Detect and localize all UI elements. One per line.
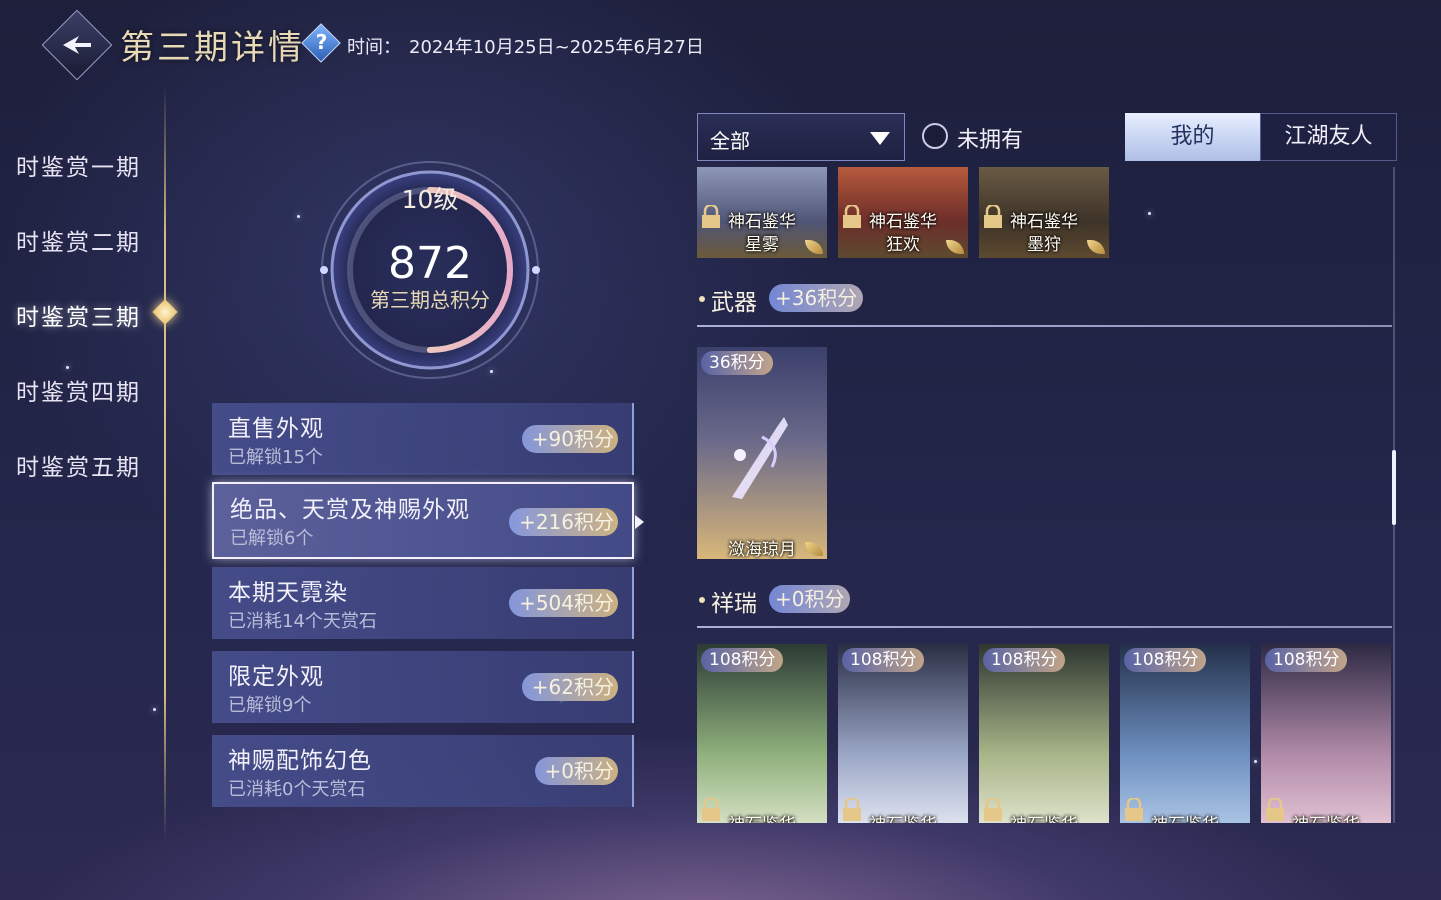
section-title: 武器 — [711, 290, 757, 316]
item-name: 神石鉴华 — [697, 810, 827, 823]
nav-item-period-1[interactable]: 时鉴赏一期 — [16, 148, 141, 182]
item-name: 神石鉴华 墨狩 — [1010, 212, 1078, 255]
help-icon[interactable]: ? — [301, 23, 341, 63]
level-label: 10级 — [401, 185, 459, 214]
category-title: 限定外观 — [228, 664, 324, 690]
category-title: 本期天霓染 — [228, 580, 348, 606]
score-ring: 10级 872 第三期总积分 — [310, 160, 550, 400]
category-points: +504积分 — [509, 589, 618, 617]
nav-item-period-3[interactable]: 时鉴赏三期 — [16, 298, 141, 332]
section-points: +36积分 — [769, 284, 864, 312]
category-card-dye[interactable]: 本期天霓染 已消耗14个天赏石 +504积分 — [212, 567, 634, 639]
item-points-tag: 108积分 — [983, 648, 1066, 672]
mount-item-card[interactable]: 108积分 神石鉴华 — [979, 644, 1109, 823]
item-points-tag: 108积分 — [842, 648, 925, 672]
category-title: 神赐配饰幻色 — [228, 748, 372, 774]
bullet-icon — [699, 296, 705, 302]
nav-divider — [164, 85, 166, 840]
item-name: 神石鉴华 — [1261, 810, 1391, 823]
total-score-caption: 第三期总积分 — [370, 288, 490, 312]
weapon-art-icon — [732, 417, 788, 499]
weapon-item-card[interactable]: 36积分 潋海琼月 — [697, 347, 827, 559]
category-title: 绝品、天赏及神赐外观 — [230, 497, 470, 523]
active-indicator-icon — [152, 299, 178, 325]
section-divider — [697, 626, 1392, 628]
collection-scroll-area[interactable]: 神石鉴华 星雾 神石鉴华 狂欢 神石鉴华 墨狩 武器 +36积分 36积分 潋海… — [697, 167, 1397, 823]
mount-item-card[interactable]: 108积分 神石鉴华 — [1120, 644, 1250, 823]
category-subtitle: 已消耗14个天赏石 — [228, 611, 377, 632]
not-owned-radio[interactable] — [922, 123, 948, 149]
selected-arrow-icon — [635, 515, 644, 529]
item-name: 神石鉴华 狂欢 — [869, 212, 937, 255]
back-arrow-icon — [63, 36, 91, 54]
scrollbar-thumb[interactable] — [1392, 450, 1396, 525]
category-points: +90积分 — [521, 425, 618, 453]
bullet-icon — [699, 597, 705, 603]
section-header-auspicious: 祥瑞 +0积分 — [697, 584, 997, 617]
item-points-tag: 108积分 — [701, 648, 784, 672]
tab-friends[interactable]: 江湖友人 — [1260, 113, 1397, 161]
nav-item-period-5[interactable]: 时鉴赏五期 — [16, 448, 141, 482]
section-title: 祥瑞 — [711, 591, 757, 617]
item-points-tag: 36积分 — [701, 351, 773, 375]
category-card-premium[interactable]: 绝品、天赏及神赐外观 已解锁6个 +216积分 — [212, 482, 634, 559]
section-points: +0积分 — [769, 585, 851, 613]
section-header-weapon: 武器 +36积分 — [697, 283, 997, 316]
nav-item-period-4[interactable]: 时鉴赏四期 — [16, 373, 141, 407]
page-title: 第三期详情 — [120, 28, 305, 68]
back-button[interactable] — [41, 9, 113, 81]
category-points: +0积分 — [534, 757, 618, 785]
mount-item-card[interactable]: 108积分 神石鉴华 — [838, 644, 968, 823]
category-subtitle: 已解锁9个 — [228, 695, 312, 716]
item-name: 神石鉴华 — [979, 810, 1109, 823]
section-divider — [697, 325, 1392, 327]
item-card[interactable]: 神石鉴华 墨狩 — [979, 167, 1109, 258]
item-card[interactable]: 神石鉴华 星雾 — [697, 167, 827, 258]
mount-item-card[interactable]: 108积分 神石鉴华 — [1261, 644, 1391, 823]
time-value: 2024年10月25日~2025年6月27日 — [409, 37, 704, 58]
total-score: 872 — [388, 238, 472, 289]
item-name: 神石鉴华 星雾 — [728, 212, 796, 255]
decor-star — [153, 708, 156, 711]
filter-dropdown[interactable]: 全部 — [697, 113, 905, 161]
mount-item-card[interactable]: 108积分 神石鉴华 — [697, 644, 827, 823]
chevron-down-icon — [870, 132, 890, 145]
category-points: +62积分 — [521, 673, 618, 701]
item-card[interactable]: 神石鉴华 狂欢 — [838, 167, 968, 258]
filter-selected-value: 全部 — [710, 129, 750, 153]
category-points: +216积分 — [509, 508, 618, 536]
decor-star — [297, 215, 300, 218]
time-label: 时间： — [347, 37, 401, 58]
category-subtitle: 已解锁15个 — [228, 447, 323, 468]
not-owned-label[interactable]: 未拥有 — [957, 122, 1023, 154]
tab-mine[interactable]: 我的 — [1125, 113, 1260, 161]
item-points-tag: 108积分 — [1124, 648, 1207, 672]
category-card-direct-sale[interactable]: 直售外观 已解锁15个 +90积分 — [212, 403, 634, 475]
item-name: 神石鉴华 — [838, 810, 968, 823]
item-name: 神石鉴华 — [1120, 810, 1250, 823]
category-subtitle: 已解锁6个 — [230, 528, 314, 549]
category-card-accessory-color[interactable]: 神赐配饰幻色 已消耗0个天赏石 +0积分 — [212, 735, 634, 807]
decor-star — [66, 366, 69, 369]
category-subtitle: 已消耗0个天赏石 — [228, 779, 366, 800]
category-title: 直售外观 — [228, 416, 324, 442]
category-card-limited[interactable]: 限定外观 已解锁9个 +62积分 — [212, 651, 634, 723]
nav-item-period-2[interactable]: 时鉴赏二期 — [16, 223, 141, 257]
item-points-tag: 108积分 — [1265, 648, 1348, 672]
